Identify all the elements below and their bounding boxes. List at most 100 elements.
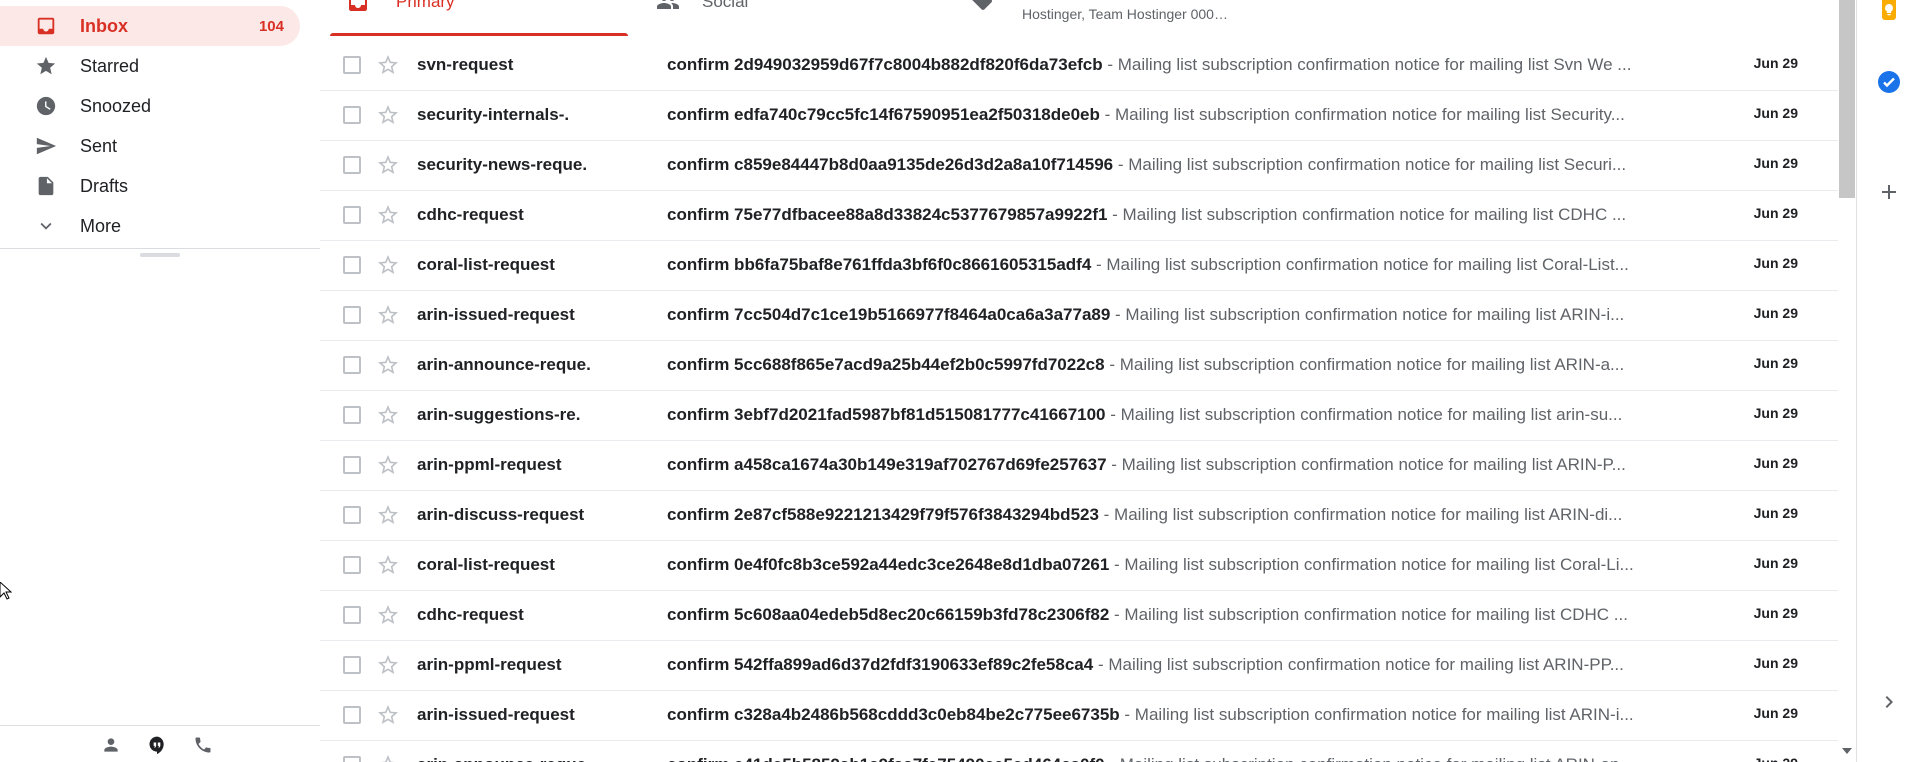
email-row[interactable]: arin-announce-reque. confirm e41de5b5859… bbox=[320, 741, 1838, 762]
email-subject: confirm 0e4f0fc8b3ce592a44edc3ce2648e8d1… bbox=[667, 555, 1110, 574]
keep-bulb-icon[interactable] bbox=[1877, 0, 1901, 24]
email-row[interactable]: arin-ppml-request confirm a458ca1674a30b… bbox=[320, 441, 1838, 491]
email-snippet: - Mailing list subscription confirmation… bbox=[1099, 105, 1625, 124]
email-subject: confirm a458ca1674a30b149e319af702767d69… bbox=[667, 455, 1107, 474]
select-checkbox[interactable] bbox=[343, 156, 361, 174]
email-content: confirm c328a4b2486b568cddd3c0eb84be2c77… bbox=[667, 705, 1685, 725]
email-content: confirm 542ffa899ad6d37d2fdf3190633ef89c… bbox=[667, 655, 1685, 675]
email-date: Jun 29 bbox=[1753, 355, 1798, 371]
sidebar: Inbox 104 Starred Snoozed Sent Drafts Mo… bbox=[0, 0, 320, 762]
sidebar-resize-handle[interactable] bbox=[140, 253, 180, 257]
sidebar-item-label: Snoozed bbox=[80, 95, 152, 116]
email-row[interactable]: arin-discuss-request confirm 2e87cf588e9… bbox=[320, 491, 1838, 541]
email-subject: confirm 75e77dfbacee88a8d33824c537767985… bbox=[667, 205, 1108, 224]
sidebar-item-starred[interactable]: Starred bbox=[0, 46, 300, 86]
email-date: Jun 29 bbox=[1753, 105, 1798, 121]
email-row[interactable]: arin-issued-request confirm c328a4b2486b… bbox=[320, 691, 1838, 741]
side-panel bbox=[1856, 0, 1920, 762]
draft-icon bbox=[34, 174, 58, 198]
star-toggle-icon[interactable] bbox=[376, 353, 400, 377]
select-checkbox[interactable] bbox=[343, 756, 361, 762]
phone-icon[interactable] bbox=[192, 734, 214, 756]
star-toggle-icon[interactable] bbox=[376, 503, 400, 527]
email-content: confirm edfa740c79cc5fc14f67590951ea2f50… bbox=[667, 105, 1685, 125]
email-row[interactable]: coral-list-request confirm bb6fa75baf8e7… bbox=[320, 241, 1838, 291]
email-content: confirm 2e87cf588e9221213429f79f576f3843… bbox=[667, 505, 1685, 525]
email-date: Jun 29 bbox=[1753, 705, 1798, 721]
email-subject: confirm 5c608aa04edeb5d8ec20c66159b3fd78… bbox=[667, 605, 1110, 624]
contacts-person-icon[interactable] bbox=[100, 734, 122, 756]
select-checkbox[interactable] bbox=[343, 606, 361, 624]
star-toggle-icon[interactable] bbox=[376, 603, 400, 627]
scroll-down-arrow-icon[interactable] bbox=[1841, 744, 1853, 756]
email-row[interactable]: arin-ppml-request confirm 542ffa899ad6d3… bbox=[320, 641, 1838, 691]
sidebar-item-snoozed[interactable]: Snoozed bbox=[0, 86, 300, 126]
email-content: confirm 75e77dfbacee88a8d33824c537767985… bbox=[667, 205, 1685, 225]
email-subject: confirm 542ffa899ad6d37d2fdf3190633ef89c… bbox=[667, 655, 1094, 674]
select-checkbox[interactable] bbox=[343, 506, 361, 524]
select-checkbox[interactable] bbox=[343, 406, 361, 424]
tasks-icon[interactable] bbox=[1877, 70, 1901, 94]
email-row[interactable]: coral-list-request confirm 0e4f0fc8b3ce5… bbox=[320, 541, 1838, 591]
star-toggle-icon[interactable] bbox=[376, 703, 400, 727]
tab-label: Social bbox=[702, 0, 749, 11]
tab-primary[interactable]: Primary bbox=[330, 0, 628, 36]
star-toggle-icon[interactable] bbox=[376, 753, 400, 762]
select-checkbox[interactable] bbox=[343, 456, 361, 474]
star-toggle-icon[interactable] bbox=[376, 203, 400, 227]
email-sender: cdhc-request bbox=[417, 605, 524, 624]
email-sender: coral-list-request bbox=[417, 255, 555, 274]
select-checkbox[interactable] bbox=[343, 356, 361, 374]
star-toggle-icon[interactable] bbox=[376, 253, 400, 277]
sidebar-item-inbox[interactable]: Inbox 104 bbox=[0, 6, 300, 46]
email-row[interactable]: security-news-reque. confirm c859e84447b… bbox=[320, 141, 1838, 191]
email-row[interactable]: arin-issued-request confirm 7cc504d7c1ce… bbox=[320, 291, 1838, 341]
select-checkbox[interactable] bbox=[343, 206, 361, 224]
email-subject: confirm c328a4b2486b568cddd3c0eb84be2c77… bbox=[667, 705, 1120, 724]
email-row[interactable]: svn-request confirm 2d949032959d67f7c800… bbox=[320, 41, 1838, 91]
email-date: Jun 29 bbox=[1753, 605, 1798, 621]
email-sender: arin-issued-request bbox=[417, 305, 575, 324]
email-snippet: - Mailing list subscription confirmation… bbox=[1105, 405, 1623, 424]
email-date: Jun 29 bbox=[1753, 405, 1798, 421]
star-toggle-icon[interactable] bbox=[376, 403, 400, 427]
email-content: confirm 5c608aa04edeb5d8ec20c66159b3fd78… bbox=[667, 605, 1685, 625]
scrollbar-thumb[interactable] bbox=[1839, 0, 1855, 198]
email-row[interactable]: cdhc-request confirm 75e77dfbacee88a8d33… bbox=[320, 191, 1838, 241]
email-row[interactable]: cdhc-request confirm 5c608aa04edeb5d8ec2… bbox=[320, 591, 1838, 641]
star-toggle-icon[interactable] bbox=[376, 553, 400, 577]
sidebar-item-label: Sent bbox=[80, 135, 118, 156]
email-snippet: - Mailing list subscription confirmation… bbox=[1106, 455, 1626, 474]
select-checkbox[interactable] bbox=[343, 706, 361, 724]
email-row[interactable]: security-internals-. confirm edfa740c79c… bbox=[320, 91, 1838, 141]
email-row[interactable]: arin-suggestions-re. confirm 3ebf7d2021f… bbox=[320, 391, 1838, 441]
email-sender: security-news-reque. bbox=[417, 155, 588, 174]
select-checkbox[interactable] bbox=[343, 256, 361, 274]
star-toggle-icon[interactable] bbox=[376, 653, 400, 677]
sidebar-item-more[interactable]: More bbox=[0, 206, 300, 246]
email-content: confirm 3ebf7d2021fad5987bf81d515081777c… bbox=[667, 405, 1685, 425]
sidebar-item-drafts[interactable]: Drafts bbox=[0, 166, 300, 206]
hangouts-icon[interactable] bbox=[146, 734, 168, 756]
email-subject: confirm 2e87cf588e9221213429f79f576f3843… bbox=[667, 505, 1099, 524]
email-date: Jun 29 bbox=[1753, 305, 1798, 321]
sidebar-item-sent[interactable]: Sent bbox=[0, 126, 300, 166]
email-row[interactable]: arin-announce-reque. confirm 5cc688f865e… bbox=[320, 341, 1838, 391]
select-checkbox[interactable] bbox=[343, 556, 361, 574]
chevron-right-icon[interactable] bbox=[1877, 690, 1901, 714]
email-subject: confirm 5cc688f865e7acd9a25b44ef2b0c5997… bbox=[667, 355, 1105, 374]
email-list-scrollbar[interactable] bbox=[1838, 0, 1856, 762]
email-subject: confirm 7cc504d7c1ce19b5166977f8464a0ca6… bbox=[667, 305, 1111, 324]
star-toggle-icon[interactable] bbox=[376, 153, 400, 177]
star-toggle-icon[interactable] bbox=[376, 103, 400, 127]
email-list: svn-request confirm 2d949032959d67f7c800… bbox=[320, 41, 1838, 762]
select-checkbox[interactable] bbox=[343, 106, 361, 124]
star-toggle-icon[interactable] bbox=[376, 53, 400, 77]
select-checkbox[interactable] bbox=[343, 56, 361, 74]
select-checkbox[interactable] bbox=[343, 656, 361, 674]
star-toggle-icon[interactable] bbox=[376, 453, 400, 477]
select-checkbox[interactable] bbox=[343, 306, 361, 324]
star-toggle-icon[interactable] bbox=[376, 303, 400, 327]
email-date: Jun 29 bbox=[1753, 455, 1798, 471]
add-addon-plus-icon[interactable] bbox=[1877, 180, 1901, 204]
